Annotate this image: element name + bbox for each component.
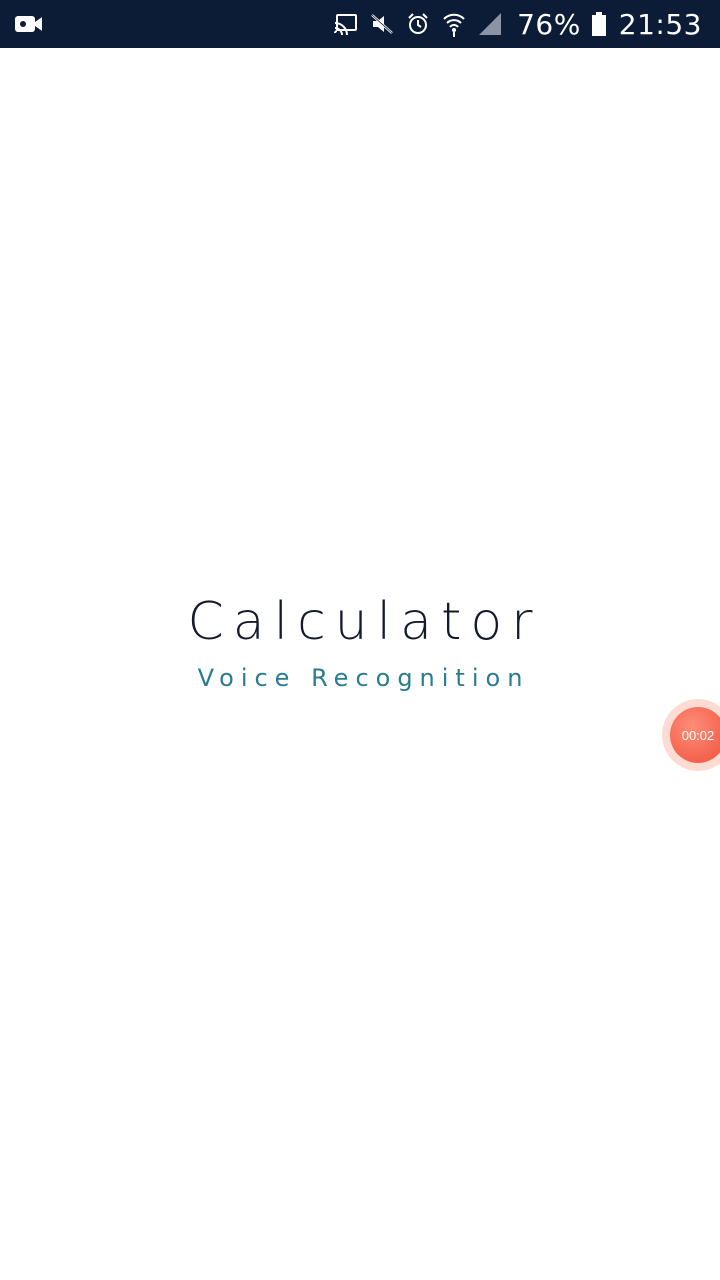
screen-recorder-bubble[interactable]: 00:02 (662, 699, 720, 771)
wifi-icon (441, 11, 467, 37)
alarm-icon (405, 11, 431, 37)
app-subtitle: Voice Recognition (197, 664, 530, 692)
splash-screen: 76% 21:53 Calculator Voice Recognition 0… (0, 0, 720, 1280)
signal-icon (477, 11, 503, 37)
cast-icon (333, 11, 359, 37)
video-camera-icon (14, 12, 44, 36)
splash-branding: Calculator Voice Recognition (0, 590, 720, 694)
status-clock: 21:53 (618, 7, 702, 41)
status-icons: 76% 21:53 (333, 0, 702, 48)
mute-icon (369, 11, 395, 37)
app-title: Calculator (187, 592, 542, 652)
battery-percent: 76% (517, 7, 581, 41)
status-bar: 76% 21:53 (0, 0, 720, 48)
recorder-timer: 00:02 (670, 707, 720, 763)
battery-icon (591, 11, 607, 37)
